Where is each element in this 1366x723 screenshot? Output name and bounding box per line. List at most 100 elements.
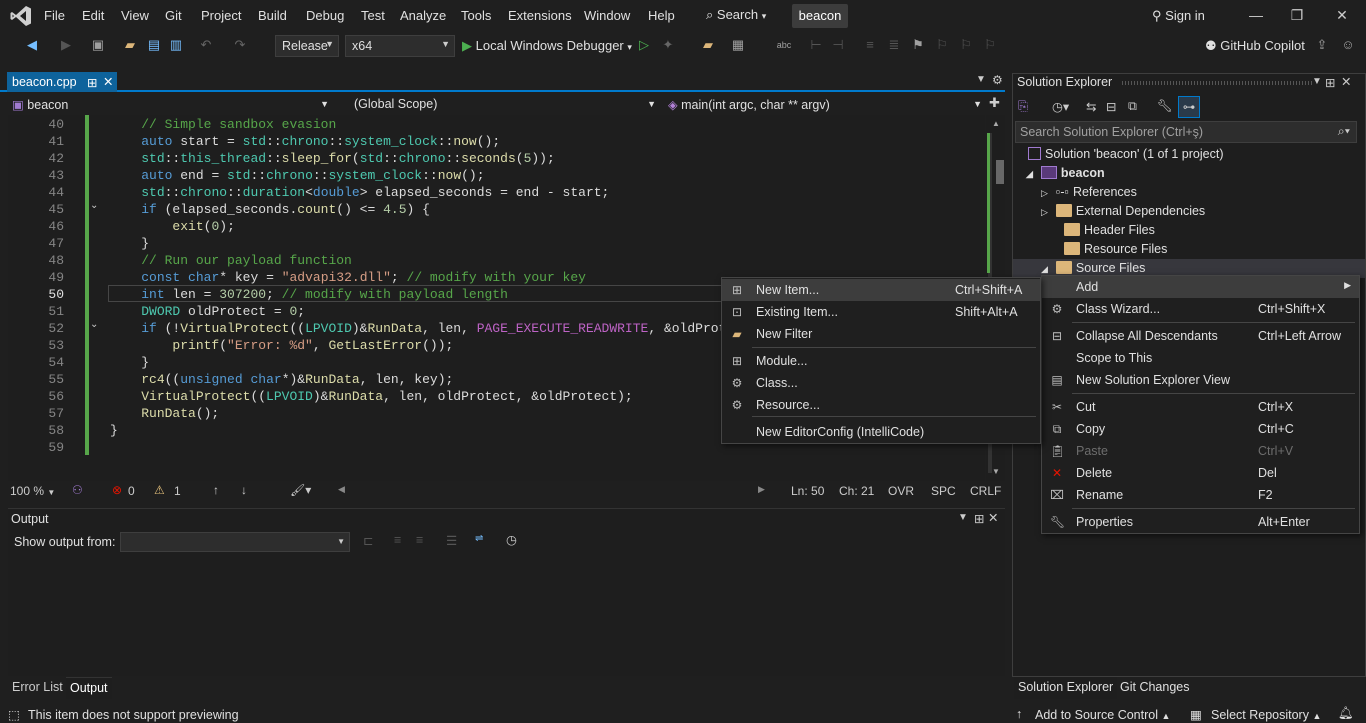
share-icon[interactable]: ⇪	[1314, 37, 1330, 53]
menu-item-scope-to-this[interactable]: Scope to This	[1042, 347, 1359, 369]
menu-item-copy[interactable]: ⧉ Copy Ctrl+C	[1042, 418, 1359, 440]
forward-icon[interactable]: ▶	[58, 37, 74, 53]
code-line[interactable]: // Simple sandbox evasion	[110, 117, 336, 132]
menu-analyze[interactable]: Analyze	[400, 8, 446, 23]
zoom-dropdown[interactable]: 100 % ▼	[10, 484, 55, 498]
overwrite-indicator[interactable]: OVR	[888, 484, 914, 498]
tab-output[interactable]: Output	[66, 677, 112, 699]
minimize-button[interactable]: —	[1236, 4, 1276, 28]
menu-git[interactable]: Git	[165, 8, 182, 23]
uncomment-icon[interactable]: ≣	[886, 37, 902, 53]
search-box[interactable]: ⌕ Search ▾	[700, 4, 778, 28]
find-message-icon[interactable]: ⊏	[363, 533, 373, 548]
split-icon[interactable]: ✚	[989, 95, 1000, 111]
menu-test[interactable]: Test	[361, 8, 385, 23]
menu-item-paste[interactable]: 📋︎ Paste Ctrl+V	[1042, 440, 1359, 462]
line-ending-indicator[interactable]: CRLF	[970, 484, 1001, 498]
menu-file[interactable]: File	[44, 8, 65, 23]
submenu-item-existing-item[interactable]: ⊡ Existing Item... Shift+Alt+A	[722, 301, 1040, 323]
code-line[interactable]: std::chrono::duration<double> elapsed_se…	[110, 185, 609, 200]
clear-bookmarks-icon[interactable]: ⚐	[982, 37, 998, 53]
menu-item-add[interactable]: Add ▶	[1042, 276, 1359, 298]
notifications-bell-icon[interactable]: 🔔︎	[1338, 706, 1354, 721]
scroll-up-icon[interactable]: ▲	[992, 119, 1000, 128]
code-line[interactable]: }	[110, 355, 149, 370]
menu-item-collapse-all-descendants[interactable]: ⊟ Collapse All Descendants Ctrl+Left Arrow	[1042, 325, 1359, 347]
menu-item-class-wizard[interactable]: ⚙ Class Wizard... Ctrl+Shift+X	[1042, 298, 1359, 320]
whitespace-indicator[interactable]: SPC	[931, 484, 956, 498]
cleanup-brush-icon[interactable]: 🖌︎▾	[290, 483, 311, 497]
expanded-arrow-icon[interactable]: ◢	[1041, 264, 1048, 274]
menu-item-properties[interactable]: 🔧︎ Properties Alt+Enter	[1042, 511, 1359, 533]
code-line[interactable]: auto start = std::chrono::system_clock::…	[110, 134, 500, 149]
switch-views-icon[interactable]: ⎘	[1018, 99, 1028, 114]
scroll-down-icon[interactable]: ▼	[992, 467, 1000, 476]
properties-wrench-icon[interactable]: 🔧︎	[1157, 99, 1173, 114]
tab-solution-explorer[interactable]: Solution Explorer	[1014, 677, 1118, 699]
preview-icon[interactable]: ⬚	[8, 707, 20, 722]
output-close-icon[interactable]: ✕	[988, 510, 998, 525]
format-icon[interactable]: ⊢	[808, 37, 824, 53]
preview-selected-items-icon[interactable]: ⊶	[1178, 96, 1200, 118]
tree-project-beacon[interactable]: ◢ beacon	[1026, 166, 1105, 180]
start-without-debugging-icon[interactable]: ▷	[636, 37, 652, 53]
indent-icon[interactable]: ⊣	[830, 37, 846, 53]
panel-menu-icon[interactable]: ▼	[1312, 76, 1322, 87]
save-all-icon[interactable]: ▥	[168, 37, 184, 53]
code-line[interactable]: DWORD oldProtect = 0;	[110, 304, 305, 319]
select-repository-button[interactable]: Select Repository ▲	[1211, 708, 1321, 722]
menu-item-cut[interactable]: ✂ Cut Ctrl+X	[1042, 396, 1359, 418]
save-icon[interactable]: ▤	[146, 37, 162, 53]
visual-studio-logo-icon[interactable]	[10, 5, 32, 27]
code-line[interactable]: const char* key = "advapi32.dll"; // mod…	[110, 270, 586, 285]
code-line[interactable]: rc4((unsigned char*)&RunData, len, key);	[110, 372, 453, 387]
column-indicator[interactable]: Ch: 21	[839, 484, 874, 498]
menu-edit[interactable]: Edit	[82, 8, 104, 23]
comment-icon[interactable]: ≡	[862, 37, 878, 53]
submenu-item-module[interactable]: ⊞ Module...	[722, 350, 1040, 372]
solution-name-badge[interactable]: beacon	[792, 4, 848, 28]
tree-references[interactable]: ▷ ▫-▫ References	[1041, 185, 1137, 199]
pending-changes-filter-icon[interactable]: ◷▾	[1052, 99, 1069, 114]
panel-close-icon[interactable]: ✕	[1341, 74, 1351, 89]
warning-count[interactable]: 1	[174, 484, 181, 498]
menu-item-delete[interactable]: ✕ Delete Del	[1042, 462, 1359, 484]
menu-help[interactable]: Help	[648, 8, 675, 23]
collapse-toggle-icon[interactable]: ⌄	[90, 319, 98, 330]
start-debugging-button[interactable]: ▶ Local Windows Debugger ▾	[462, 38, 632, 54]
open-folder-icon[interactable]: ▰	[122, 37, 138, 53]
spell-check-icon[interactable]: abc	[776, 37, 792, 53]
code-line[interactable]: auto end = std::chrono::system_clock::no…	[110, 168, 484, 183]
code-line[interactable]: // Run our payload function	[110, 253, 352, 268]
close-tab-icon[interactable]: ✕	[103, 74, 113, 89]
document-tab-beacon-cpp[interactable]: beacon.cpp ⊞ ✕	[7, 72, 117, 92]
clear-all-icon[interactable]: ☰	[446, 533, 457, 548]
scroll-right-icon[interactable]: ▶	[758, 484, 765, 495]
line-indicator[interactable]: Ln: 50	[791, 484, 824, 498]
submenu-item-new-item[interactable]: ⊞ New Item... Ctrl+Shift+A	[722, 279, 1040, 301]
solution-explorer-search[interactable]: Search Solution Explorer (Ctrl+ş) ⌕▾	[1015, 121, 1357, 143]
output-menu-icon[interactable]: ▼	[958, 512, 968, 523]
hot-reload-icon[interactable]: ✦	[660, 37, 676, 53]
output-pin-icon[interactable]: ⊞	[974, 511, 984, 526]
code-line[interactable]: if (!VirtualProtect((LPVOID)&RunData, le…	[110, 321, 734, 336]
code-line[interactable]: int len = 307200; // modify with payload…	[110, 287, 508, 302]
layout-icon[interactable]: ▦	[730, 37, 746, 53]
collapse-all-icon[interactable]: ⊟	[1106, 99, 1116, 114]
menu-extensions[interactable]: Extensions	[508, 8, 572, 23]
menu-item-rename[interactable]: ⌧ Rename F2	[1042, 484, 1359, 506]
menu-item-new-solution-explorer-view[interactable]: ▤ New Solution Explorer View	[1042, 369, 1359, 391]
menu-window[interactable]: Window	[584, 8, 630, 23]
submenu-item-class[interactable]: ⚙ Class...	[722, 372, 1040, 394]
drag-grip[interactable]	[1122, 81, 1312, 85]
tree-header-files[interactable]: Header Files	[1064, 223, 1155, 237]
tree-external-dependencies[interactable]: ▷ External Dependencies	[1041, 204, 1205, 218]
submenu-item-resource[interactable]: ⚙ Resource...	[722, 394, 1040, 416]
folder-view-icon[interactable]: ▰	[700, 37, 716, 53]
new-project-icon[interactable]: ▣	[90, 37, 106, 53]
code-line[interactable]: VirtualProtect((LPVOID)&RunData, len, ol…	[110, 389, 633, 404]
code-line[interactable]: }	[110, 423, 118, 438]
collapsed-arrow-icon[interactable]: ▷	[1041, 207, 1048, 217]
code-line[interactable]: RunData();	[110, 406, 219, 421]
tab-git-changes[interactable]: Git Changes	[1120, 680, 1189, 694]
